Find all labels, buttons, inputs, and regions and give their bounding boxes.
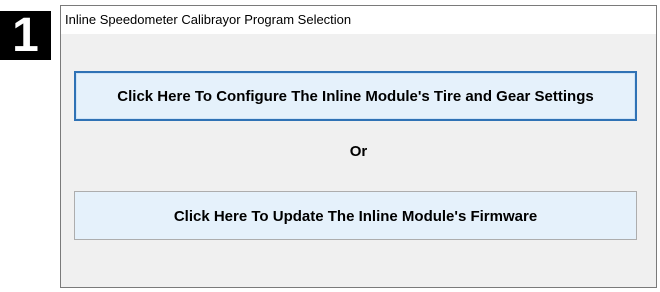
program-selection-window: Inline Speedometer Calibrayor Program Se… <box>60 5 657 288</box>
update-firmware-button[interactable]: Click Here To Update The Inline Module's… <box>74 191 637 240</box>
or-separator-label: Or <box>349 143 368 160</box>
step-number-badge: 1 <box>0 11 51 60</box>
configure-tire-gear-settings-button[interactable]: Click Here To Configure The Inline Modul… <box>74 71 637 121</box>
window-titlebar: Inline Speedometer Calibrayor Program Se… <box>61 6 656 34</box>
window-title: Inline Speedometer Calibrayor Program Se… <box>65 12 352 27</box>
